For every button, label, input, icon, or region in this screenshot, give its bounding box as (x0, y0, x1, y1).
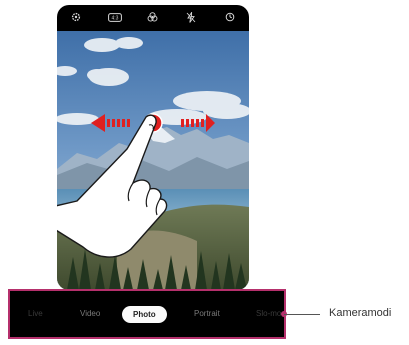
phone-screen: 4:3 (57, 5, 249, 290)
mode-portrait[interactable]: Portrait (194, 309, 220, 318)
callout-label: Kameramodi (329, 307, 392, 319)
camera-top-bar: 4:3 (57, 5, 249, 29)
swipe-right-arrow-icon (181, 114, 215, 132)
mode-photo-selected[interactable]: Photo (122, 306, 167, 323)
swipe-left-arrow-icon (91, 114, 130, 132)
filter-icon[interactable] (145, 9, 161, 25)
mode-video[interactable]: Video (80, 309, 100, 318)
aspect-ratio-label: 4:3 (111, 15, 118, 21)
flash-off-icon[interactable] (183, 9, 199, 25)
aspect-ratio-icon[interactable]: 4:3 (107, 9, 123, 25)
callout-line (284, 314, 320, 315)
timer-icon[interactable] (222, 9, 238, 25)
mode-live[interactable]: Live (28, 309, 43, 318)
settings-icon[interactable] (68, 9, 84, 25)
swiping-hand-icon (57, 114, 168, 258)
mode-slo-mo[interactable]: Slo-mo (256, 309, 281, 318)
camera-viewfinder[interactable] (57, 31, 249, 290)
camera-mode-selector[interactable]: Live Video Photo Portrait Slo-mo (8, 289, 286, 339)
